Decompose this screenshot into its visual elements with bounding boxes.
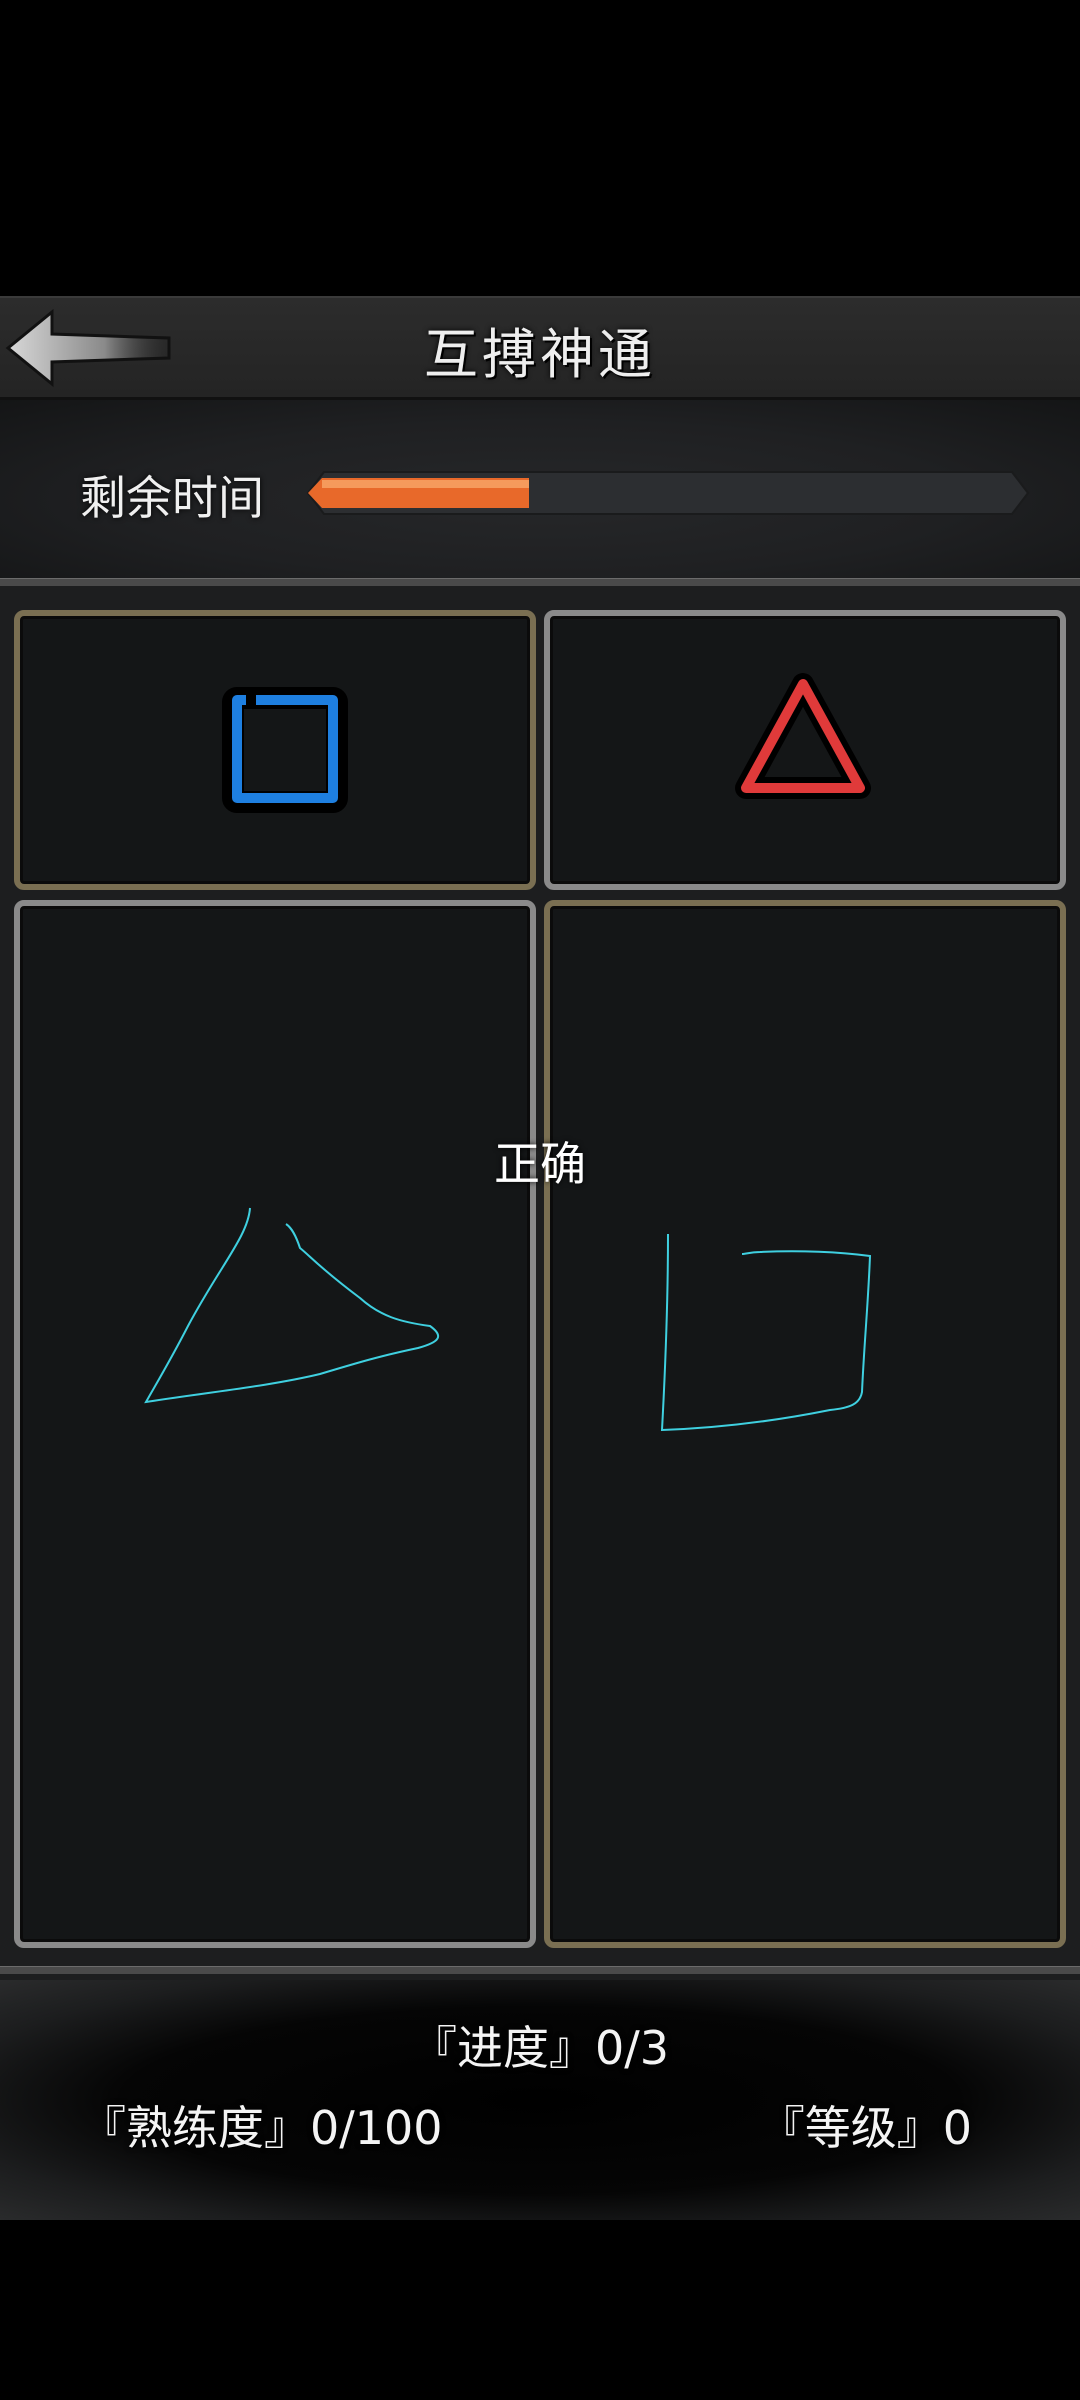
timer-label: 剩余时间	[80, 471, 264, 525]
timer-fill-highlight	[322, 480, 529, 488]
page-title: 互搏神通	[424, 323, 656, 386]
proficiency-stat: 『熟练度』0/100	[80, 2101, 443, 2155]
target-panel-right	[544, 610, 1066, 890]
drawing-canvas-left[interactable]	[14, 900, 536, 1948]
feedback-text: 正确	[494, 1137, 586, 1191]
progress-stat: 『进度』0/3	[410, 2021, 670, 2075]
drawing-canvas-right[interactable]	[544, 900, 1066, 1948]
target-panel-left	[14, 610, 536, 890]
game-area: 剩余时间	[0, 400, 1080, 2220]
drawn-square-stroke	[660, 1233, 872, 1432]
timer-bar	[300, 470, 1030, 516]
timer-panel: 剩余时间	[0, 400, 1080, 580]
game-screen: 互搏神通 剩余时间 正确 『进度』0/3 『熟练度』0/100 『等级』0	[0, 0, 1080, 2400]
drawn-triangle-stroke	[144, 1207, 440, 1404]
divider-top	[0, 578, 1080, 586]
level-stat: 『等级』0	[758, 2101, 972, 2155]
divider-bottom	[0, 1966, 1080, 1974]
square-target-icon	[222, 687, 348, 813]
header-bar: 互搏神通	[0, 296, 1080, 400]
